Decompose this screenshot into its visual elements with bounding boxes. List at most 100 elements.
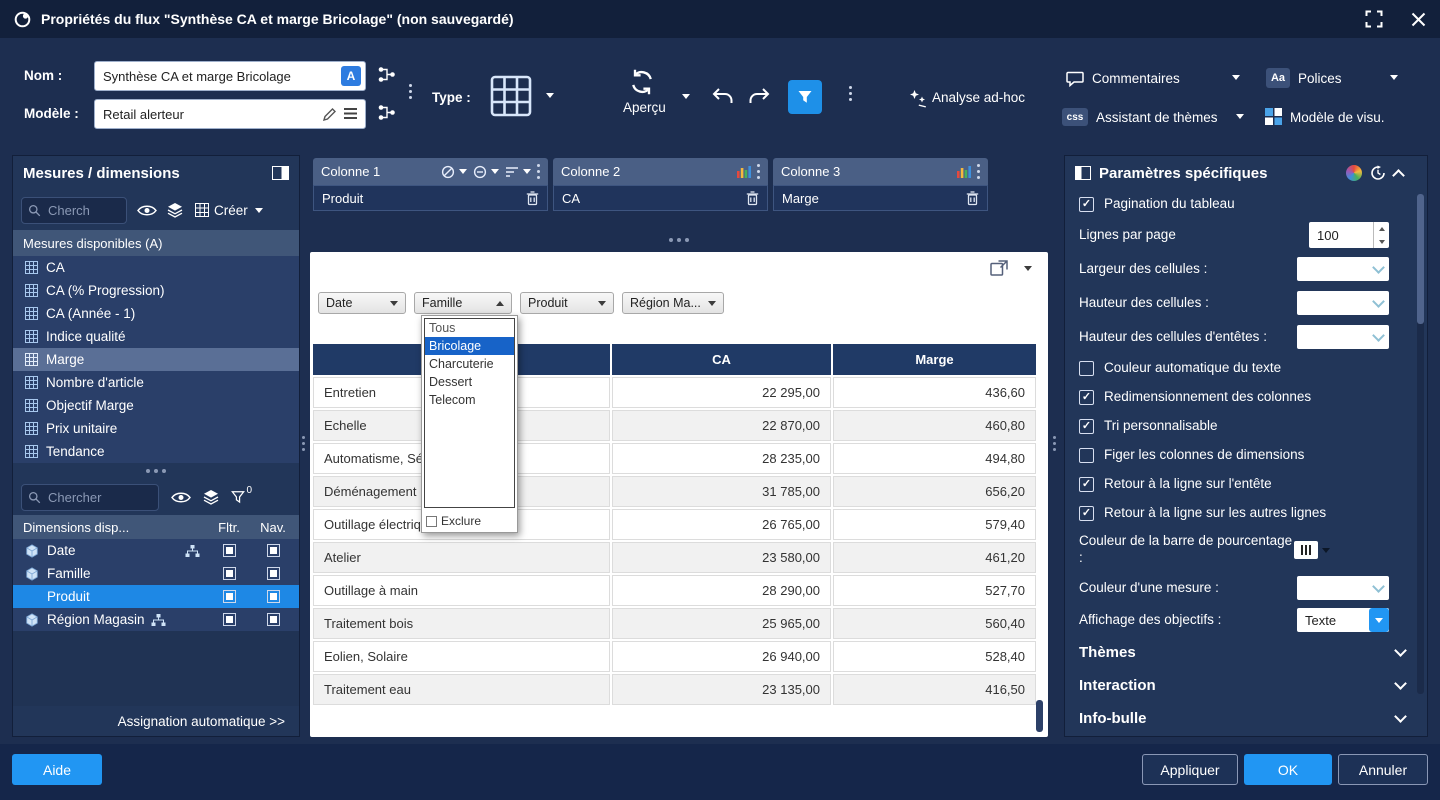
trash-icon[interactable] [526,191,539,206]
filter-count-icon[interactable]: 0 [231,490,245,504]
measure-item[interactable]: Tendance [13,440,299,463]
column-menu-icon[interactable] [757,164,760,179]
maximize-preview-icon[interactable] [990,260,1008,276]
trash-icon[interactable] [746,191,759,206]
preview-scrollbar-thumb[interactable] [1036,700,1043,732]
apply-button[interactable]: Appliquer [1142,754,1238,785]
filter-checkbox[interactable] [223,590,236,603]
measure-item-selected[interactable]: Marge [13,348,299,371]
section-infobulle[interactable]: Info-bulle [1065,702,1427,735]
left-resize-handle[interactable] [302,436,305,451]
header-wrap-checkbox[interactable] [1079,477,1094,492]
create-button[interactable]: Créer [195,203,263,218]
bar-format-icon[interactable] [737,165,751,178]
measure-item[interactable]: Objectif Marge [13,394,299,417]
trash-icon[interactable] [966,191,979,206]
nav-checkbox[interactable] [267,544,280,557]
filter-chip-region[interactable]: Région Ma... [622,292,724,314]
visual-model-button[interactable]: Modèle de visu. [1290,110,1385,125]
theme-assistant-button[interactable]: Assistant de thèmes [1096,110,1218,125]
flow-link-icon[interactable] [378,66,396,83]
freeze-columns-checkbox[interactable] [1079,448,1094,463]
column-menu-icon[interactable] [537,164,540,179]
dropdown-option[interactable]: Telecom [425,391,514,409]
dropdown-option[interactable]: Charcuterie [425,355,514,373]
comments-button[interactable]: Commentaires [1092,71,1180,86]
filter-toggle-button[interactable] [788,80,822,114]
auto-assignment-link[interactable]: Assignation automatique >> [118,714,285,729]
section-themes[interactable]: Thèmes [1065,636,1427,669]
dimensions-search-input[interactable] [21,484,159,511]
dropdown-option[interactable]: Dessert [425,373,514,391]
measure-item[interactable]: CA (Année - 1) [13,302,299,325]
collapse-settings-icon[interactable] [1392,169,1405,182]
undo-icon[interactable] [712,87,734,105]
nav-checkbox[interactable] [267,613,280,626]
redo-icon[interactable] [748,87,770,105]
layers-icon[interactable] [167,202,183,218]
cancel-button[interactable]: Annuler [1338,754,1428,785]
collapse-panel-icon[interactable] [272,166,289,180]
measure-item[interactable]: Prix unitaire [13,417,299,440]
dimension-item-selected[interactable]: Produit [13,585,299,608]
auto-text-color-checkbox[interactable] [1079,361,1094,376]
horizontal-splitter-dots[interactable] [310,238,1048,242]
filter-chip-famille[interactable]: Famille [414,292,512,314]
dimension-item[interactable]: Région Magasin [13,608,299,631]
right-resize-handle[interactable] [1053,436,1056,451]
exclude-icon[interactable] [473,165,487,179]
preview-options-caret[interactable] [1024,266,1032,271]
filter-chip-date[interactable]: Date [318,292,406,314]
close-icon[interactable] [1411,12,1426,27]
column-resize-checkbox[interactable] [1079,390,1094,405]
measure-item[interactable]: CA (% Progression) [13,279,299,302]
header-cell-height-input[interactable] [1297,325,1389,349]
type-dropdown-caret[interactable] [546,93,554,98]
pagination-checkbox[interactable] [1079,197,1094,212]
table-header-cell[interactable]: Marge [833,344,1036,375]
rows-per-page-stepper[interactable]: 100 [1309,222,1389,248]
theme-assistant-caret[interactable] [1236,114,1244,119]
settings-scrollbar-thumb[interactable] [1417,194,1424,324]
exclude-checkbox[interactable] [426,516,437,527]
preview-refresh-icon[interactable] [628,68,656,96]
measure-item[interactable]: Indice qualité [13,325,299,348]
edit-pencil-icon[interactable] [322,107,337,122]
layers-icon[interactable] [203,489,219,505]
row-wrap-checkbox[interactable] [1079,506,1094,521]
dimension-item[interactable]: Date [13,539,299,562]
measure-item[interactable]: CA [13,256,299,279]
model-input[interactable] [95,100,311,128]
dropdown-option[interactable]: Tous [425,319,514,337]
fullscreen-icon[interactable] [1365,10,1383,28]
cell-width-input[interactable] [1297,257,1389,281]
show-hide-icon[interactable] [137,204,157,217]
color-wheel-icon[interactable] [1346,165,1362,181]
comments-dropdown-caret[interactable] [1232,75,1240,80]
sort-icon[interactable] [505,166,519,178]
visualization-type-button[interactable] [489,74,533,118]
dimension-item[interactable]: Famille [13,562,299,585]
filter-checkbox[interactable] [223,613,236,626]
flow-name-input[interactable] [95,62,339,90]
measure-color-input[interactable] [1297,576,1389,600]
ok-button[interactable]: OK [1244,754,1332,785]
objectives-display-select[interactable]: Texte [1297,608,1389,632]
fonts-button[interactable]: Polices [1298,71,1342,86]
custom-sort-checkbox[interactable] [1079,419,1094,434]
preview-dropdown-caret[interactable] [682,94,690,99]
nav-checkbox[interactable] [267,567,280,580]
more-options-icon[interactable] [849,86,852,101]
percent-bar-color-picker[interactable] [1294,541,1330,559]
cell-height-input[interactable] [1297,291,1389,315]
adhoc-analysis-button[interactable]: Analyse ad-hoc [932,90,1025,105]
nav-checkbox[interactable] [267,590,280,603]
show-hide-icon[interactable] [171,491,191,504]
model-link-icon[interactable] [378,104,396,121]
panel-toggle-icon[interactable] [1075,166,1091,180]
menu-list-icon[interactable] [343,107,358,120]
filter-checkbox[interactable] [223,567,236,580]
column-menu-icon[interactable] [977,164,980,179]
splitter-dots[interactable] [13,463,299,479]
bar-format-icon[interactable] [957,165,971,178]
